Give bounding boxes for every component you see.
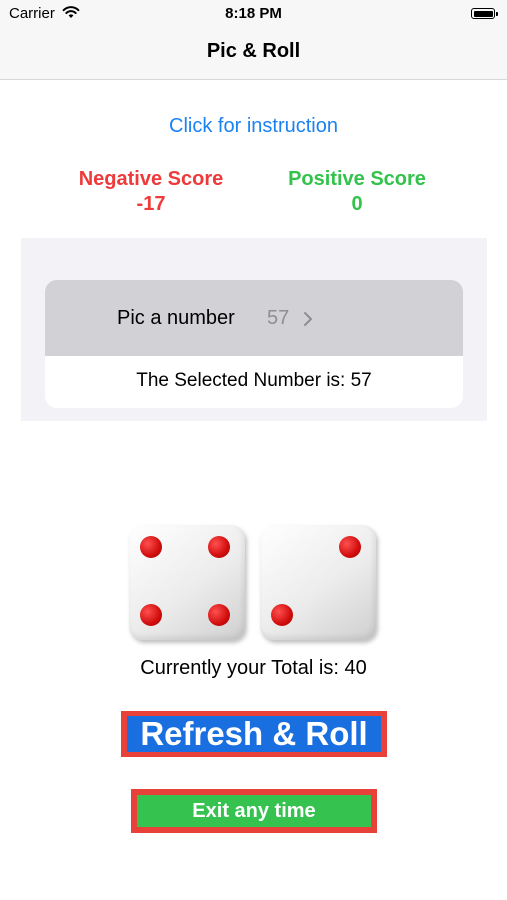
die-left [129,525,245,640]
total-text: Currently your Total is: 40 [140,657,367,679]
die-pip [140,604,162,626]
refresh-roll-label: Refresh & Roll [127,716,381,752]
exit-button[interactable]: Exit any time [131,789,377,833]
positive-score-value: 0 [351,193,363,215]
die-pip [208,536,230,558]
die-pip [271,604,293,626]
die-pip [140,536,162,558]
negative-score-label: Negative Score [78,168,224,190]
refresh-roll-button[interactable]: Refresh & Roll [121,711,387,757]
picker-label: Pic a number [117,307,235,329]
selected-number-text: The Selected Number is: 57 [136,370,372,391]
number-picker-row[interactable]: Pic a number 57 [45,280,463,356]
die-pip [208,604,230,626]
battery-icon [471,8,498,19]
positive-score: Positive Score 0 [257,167,457,217]
die-pip [339,536,361,558]
picker-value: 57 [267,307,290,329]
positive-score-label: Positive Score [288,168,426,190]
status-time: 8:18 PM [225,5,282,22]
picker-card: Pic a number 57 The Selected Number is: … [45,280,463,408]
navigation-bar: Pic & Roll [0,28,507,80]
exit-label: Exit any time [137,795,371,827]
negative-score-value: -17 [136,193,166,215]
negative-score: Negative Score -17 [51,167,251,217]
status-bar: Carrier 8:18 PM [0,0,507,28]
instruction-link[interactable]: Click for instruction [0,115,507,138]
nav-title: Pic & Roll [206,40,301,62]
die-right [260,525,376,640]
chevron-right-icon [303,310,313,333]
